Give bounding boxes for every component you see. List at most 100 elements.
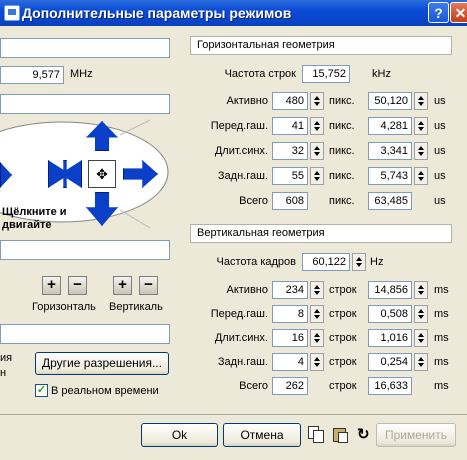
realtime-checkbox[interactable]: ✓ bbox=[35, 384, 48, 397]
frame-rate-unit: Hz bbox=[370, 256, 384, 268]
line-freq-label: Частота строк bbox=[224, 68, 296, 80]
hgeom-row-time[interactable]: 63,485 bbox=[368, 192, 412, 210]
vgeom-row-time[interactable]: 0,254 bbox=[368, 353, 412, 371]
hgeom-row-time[interactable]: 5,743 bbox=[368, 167, 412, 185]
frame-rate-spinner[interactable] bbox=[352, 253, 366, 271]
hgeom-row-unit: пикс. bbox=[329, 170, 355, 182]
vgeom-row-unit: строк bbox=[329, 356, 357, 368]
h-plus-button[interactable]: + bbox=[42, 276, 61, 295]
left-top-field[interactable] bbox=[0, 38, 170, 58]
hgeom-row-time-unit: us bbox=[434, 195, 446, 207]
hgeom-row-value[interactable]: 32 bbox=[272, 142, 308, 160]
left-pane: 9,577 MHz ✥ Щёлкните и двигайте + − + − … bbox=[0, 26, 182, 414]
vgeom-row-time[interactable]: 1,016 bbox=[368, 329, 412, 347]
vgeom-row-time-spinner[interactable] bbox=[414, 353, 428, 371]
window-title: Дополнительные параметры режимов bbox=[22, 5, 292, 21]
hgeom-row-time-unit: us bbox=[434, 145, 446, 157]
help-button[interactable]: ? bbox=[428, 2, 449, 23]
hgeom-header: Горизонтальная геометрия bbox=[190, 36, 452, 55]
vgeom-row-value[interactable]: 262 bbox=[272, 377, 308, 395]
vgeom-row-time-unit: ms bbox=[434, 380, 449, 392]
cancel-button[interactable]: Отмена bbox=[223, 423, 301, 447]
vgeom-row-label: Всего bbox=[239, 380, 268, 392]
vgeom-row-label: Перед.гаш. bbox=[210, 308, 268, 320]
ok-button[interactable]: Ok bbox=[141, 423, 218, 447]
hgeom-row-time-spinner[interactable] bbox=[414, 92, 428, 110]
hgeom-row-time-unit: us bbox=[434, 95, 446, 107]
hgeom-row-label: Активно bbox=[226, 95, 269, 107]
hgeom-row-value-spinner[interactable] bbox=[310, 92, 324, 110]
hgeom-row-value-spinner[interactable] bbox=[310, 167, 324, 185]
pixel-clock-field[interactable]: 9,577 bbox=[0, 66, 64, 84]
hgeom-row-time[interactable]: 50,120 bbox=[368, 92, 412, 110]
hgeom-row-value[interactable]: 55 bbox=[272, 167, 308, 185]
v-minus-button[interactable]: − bbox=[139, 276, 158, 295]
left-field-4[interactable] bbox=[0, 324, 170, 344]
vgeom-row-label: Задн.гаш. bbox=[217, 356, 268, 368]
vgeom-row-value-spinner[interactable] bbox=[310, 329, 324, 347]
move-hint-line2: двигайте bbox=[2, 219, 52, 231]
left-field-3[interactable] bbox=[0, 240, 170, 260]
copy-icon[interactable] bbox=[308, 426, 324, 443]
hgeom-row-time-spinner[interactable] bbox=[414, 167, 428, 185]
vgeom-row-time-unit: ms bbox=[434, 356, 449, 368]
frame-rate-label: Частота кадров bbox=[216, 256, 297, 268]
hgeom-row-time-spinner[interactable] bbox=[414, 142, 428, 160]
hgeom-row-value[interactable]: 41 bbox=[272, 117, 308, 135]
vgeom-row-time-unit: ms bbox=[434, 308, 449, 320]
vgeom-row-label: Длит.синх. bbox=[214, 332, 268, 344]
vgeom-row-unit: строк bbox=[329, 332, 357, 344]
paste-icon[interactable] bbox=[332, 426, 348, 443]
hgeom-row-time[interactable]: 4,281 bbox=[368, 117, 412, 135]
vgeom-row-time-spinner[interactable] bbox=[414, 329, 428, 347]
line-freq-field[interactable]: 15,752 bbox=[302, 65, 350, 83]
v-plus-button[interactable]: + bbox=[113, 276, 132, 295]
vgeom-row-value[interactable]: 8 bbox=[272, 305, 308, 323]
hgeom-row-value-spinner[interactable] bbox=[310, 117, 324, 135]
vgeom-row-value-spinner[interactable] bbox=[310, 353, 324, 371]
hgeom-row-time-spinner[interactable] bbox=[414, 117, 428, 135]
vgeom-row-unit: строк bbox=[329, 284, 357, 296]
close-button[interactable]: ✕ bbox=[450, 2, 467, 23]
frame-rate-field[interactable]: 60,122 bbox=[302, 253, 350, 271]
hgeom-row-time[interactable]: 3,341 bbox=[368, 142, 412, 160]
vgeom-row-value[interactable]: 16 bbox=[272, 329, 308, 347]
center-move-icon[interactable]: ✥ bbox=[88, 160, 116, 188]
vgeom-row-time-spinner[interactable] bbox=[414, 305, 428, 323]
other-resolutions-button[interactable]: Другие разрешения... bbox=[35, 352, 169, 375]
vgeom-row-value-spinner[interactable] bbox=[310, 305, 324, 323]
hgeom-row-time-unit: us bbox=[434, 170, 446, 182]
h-minus-button[interactable]: − bbox=[68, 276, 87, 295]
hgeom-row-value[interactable]: 480 bbox=[272, 92, 308, 110]
vgeom-row-value[interactable]: 234 bbox=[272, 281, 308, 299]
shrink-horizontal-icon[interactable] bbox=[48, 160, 82, 188]
hgeom-row-label: Перед.гаш. bbox=[210, 120, 268, 132]
hgeom-row-time-unit: us bbox=[434, 120, 446, 132]
hgeom-row-label: Всего bbox=[239, 195, 268, 207]
guide-line bbox=[119, 209, 151, 229]
vgeom-row-unit: строк bbox=[329, 308, 357, 320]
hgeom-row-value-spinner[interactable] bbox=[310, 142, 324, 160]
vgeom-row-time[interactable]: 0,508 bbox=[368, 305, 412, 323]
hgeom-row-unit: пикс. bbox=[329, 95, 355, 107]
refresh-icon[interactable]: ↻ bbox=[357, 425, 370, 443]
vgeom-row-value[interactable]: 4 bbox=[272, 353, 308, 371]
vertical-label: Вертикаль bbox=[109, 301, 163, 313]
apply-button[interactable]: Применить bbox=[376, 423, 456, 447]
partial-text-2: н bbox=[0, 367, 7, 379]
partial-text-1: ия bbox=[0, 352, 13, 364]
hgeom-row-unit: пикс. bbox=[329, 195, 355, 207]
vgeom-row-time-spinner[interactable] bbox=[414, 281, 428, 299]
vgeom-header: Вертикальная геометрия bbox=[190, 224, 452, 243]
realtime-label: В реальном времени bbox=[51, 385, 159, 397]
hgeom-row-value[interactable]: 608 bbox=[272, 192, 308, 210]
close-icon: ✕ bbox=[454, 5, 467, 21]
vgeom-row-time-unit: ms bbox=[434, 284, 449, 296]
line-freq-unit: kHz bbox=[372, 68, 391, 80]
vgeom-row-time[interactable]: 14,856 bbox=[368, 281, 412, 299]
vgeom-row-unit: строк bbox=[329, 380, 357, 392]
hgeom-row-label: Задн.гаш. bbox=[217, 170, 268, 182]
hgeom-row-unit: пикс. bbox=[329, 145, 355, 157]
vgeom-row-value-spinner[interactable] bbox=[310, 281, 324, 299]
vgeom-row-time[interactable]: 16,633 bbox=[368, 377, 412, 395]
